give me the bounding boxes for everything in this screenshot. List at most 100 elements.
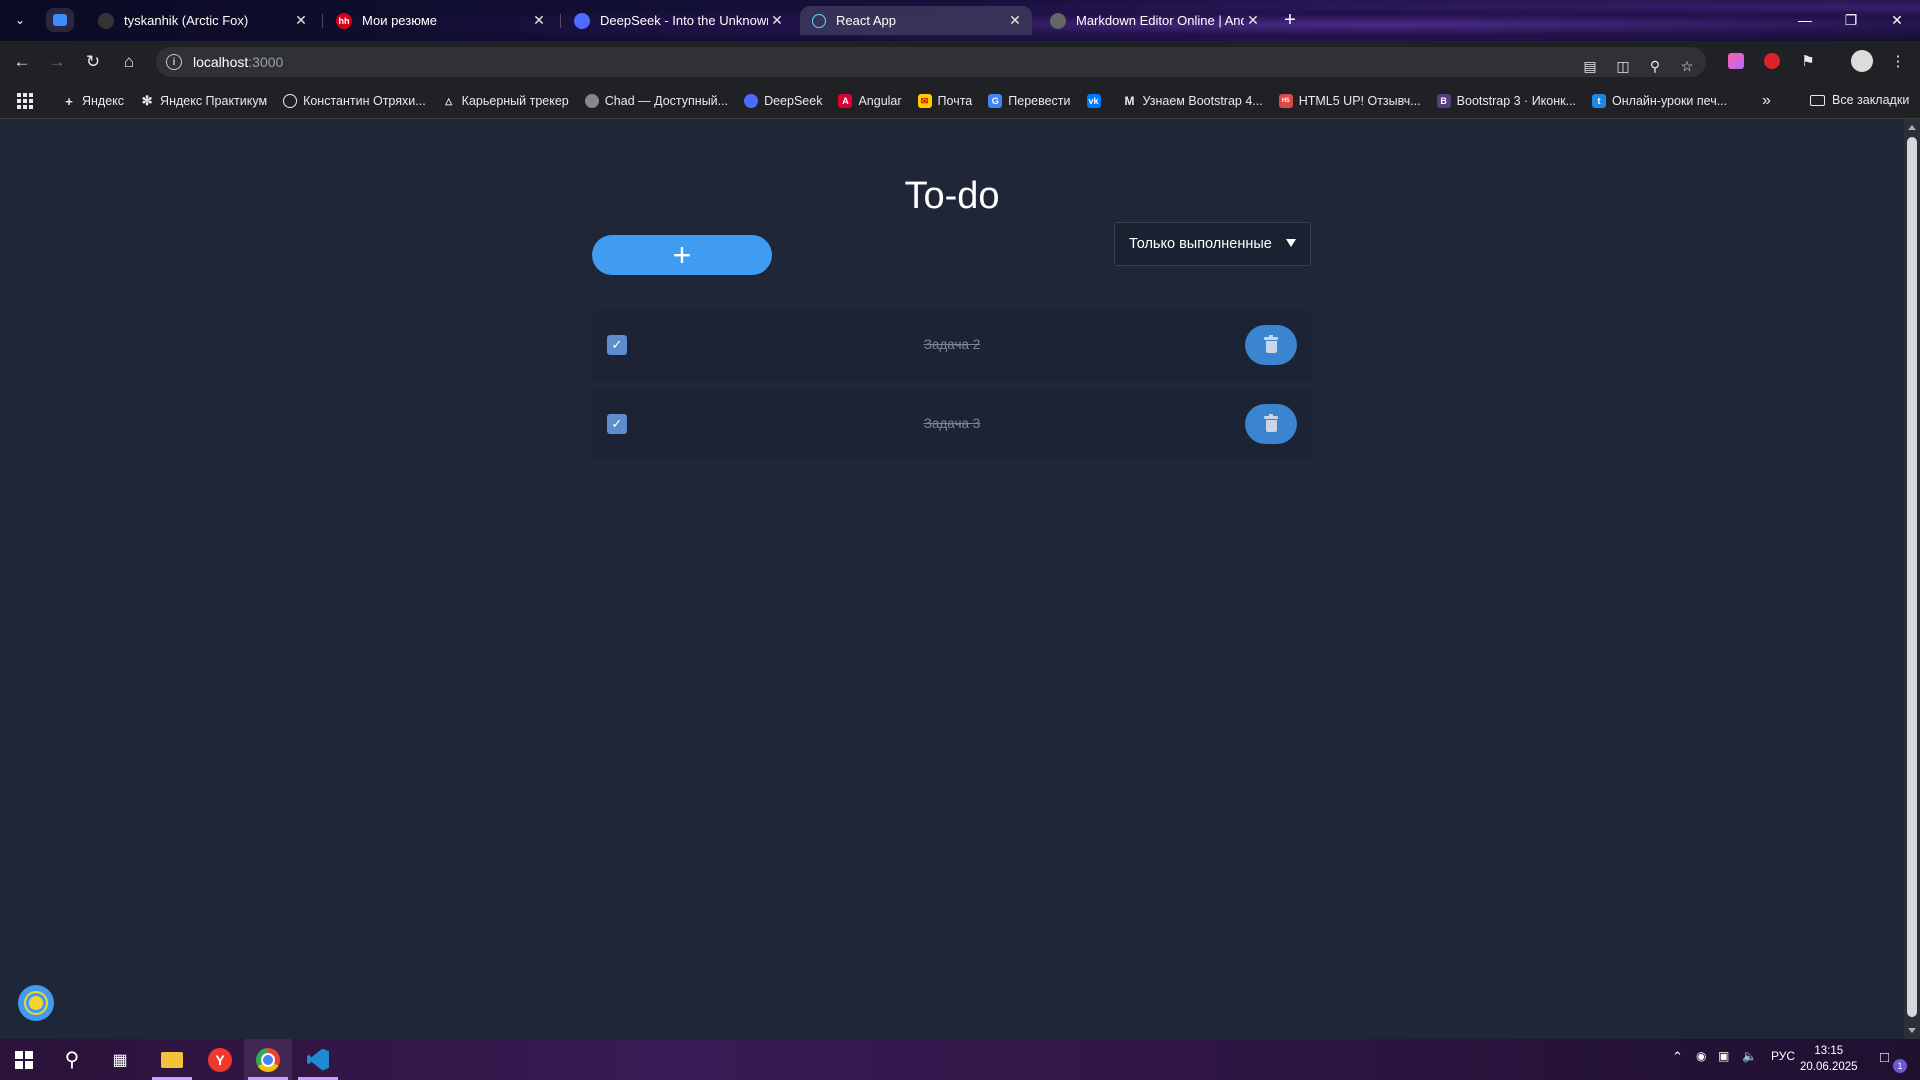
address-bar[interactable]: i localhost:3000 ▤ ◫ ⚲ ☆: [156, 47, 1706, 77]
tab-2[interactable]: DeepSeek - Into the Unknown ✕: [562, 6, 794, 35]
tab-strip: ⌄ tyskanhik (Arctic Fox) ✕ hh Мои резюме…: [0, 0, 1920, 41]
tab-1[interactable]: hh Мои резюме ✕: [324, 6, 556, 35]
bookmark-label: Bootstrap 3 · Иконк...: [1456, 94, 1577, 108]
camera-icon[interactable]: ◉: [1696, 1049, 1706, 1063]
filter-select[interactable]: Только выполненные: [1114, 222, 1311, 266]
forward-icon[interactable]: →: [44, 49, 70, 75]
extension-red-icon[interactable]: [1760, 49, 1784, 73]
medium-icon: M: [1124, 94, 1135, 108]
search-icon[interactable]: ⚲: [48, 1039, 96, 1080]
minimize-button[interactable]: —: [1782, 6, 1828, 34]
tab-search-chevron-icon[interactable]: ⌄: [8, 8, 32, 32]
close-icon[interactable]: ✕: [1244, 12, 1262, 30]
bookmark-label: DeepSeek: [764, 94, 823, 108]
page-scrollbar[interactable]: [1904, 119, 1920, 1039]
site-info-icon[interactable]: i: [166, 54, 182, 70]
task-view-icon[interactable]: ▦: [96, 1039, 144, 1080]
globe-icon: [1050, 12, 1066, 29]
react-icon: [812, 13, 826, 28]
filter-selected-value: Только выполненные: [1129, 236, 1272, 252]
bookmark-label: Яндекс Практикум: [160, 94, 268, 108]
notification-count-badge: 1: [1893, 1059, 1907, 1073]
vscode-icon[interactable]: [294, 1039, 342, 1080]
extensions-puzzle-icon[interactable]: ⚑: [1796, 49, 1820, 73]
scroll-up-icon[interactable]: [1908, 125, 1916, 130]
bookmark-list: + Яндекс ✻ Яндекс Практикум Константин Отр…: [62, 83, 1743, 119]
bookmark-mail[interactable]: ✉ Почта: [917, 94, 972, 108]
new-tab-button[interactable]: +: [1278, 8, 1302, 32]
bookmark-github[interactable]: Константин Отряхи...: [283, 94, 426, 108]
trash-icon: [1264, 414, 1278, 432]
bookmark-translate[interactable]: G Перевести: [988, 94, 1071, 108]
chrome-icon[interactable]: [244, 1039, 292, 1080]
notifications-icon[interactable]: □: [1880, 1049, 1889, 1066]
tab-title: React App: [836, 13, 896, 28]
yandex-browser-icon[interactable]: Y: [196, 1039, 244, 1080]
tab-0[interactable]: tyskanhik (Arctic Fox) ✕: [86, 6, 318, 35]
bookmark-label: HTML5 UP! Отзывч...: [1298, 94, 1421, 108]
bookmark-deepseek[interactable]: DeepSeek: [744, 94, 822, 108]
bookmark-label: Онлайн-уроки печ...: [1612, 94, 1728, 108]
menu-kebab-icon[interactable]: ⋮: [1886, 49, 1910, 73]
clock[interactable]: 13:15 20.06.2025: [1800, 1043, 1858, 1075]
scroll-down-icon[interactable]: [1908, 1028, 1916, 1033]
zoom-icon[interactable]: ⚲: [1644, 55, 1666, 77]
bookmark-label: Узнаем Bootstrap 4...: [1142, 94, 1263, 108]
translate-icon[interactable]: ◫: [1612, 55, 1634, 77]
triangle-icon: △: [445, 95, 453, 106]
bookmark-label: Яндекс: [82, 94, 125, 108]
bookmark-star-icon[interactable]: ☆: [1676, 55, 1698, 77]
theme-toggle-button[interactable]: [18, 985, 54, 1021]
bookmark-angular[interactable]: A Angular: [838, 94, 902, 108]
more-bookmarks-chevron-icon[interactable]: »: [1762, 92, 1771, 110]
close-icon[interactable]: ✕: [1006, 12, 1024, 30]
tab-title: Markdown Editor Online | Ando: [1076, 13, 1244, 28]
start-button[interactable]: [0, 1039, 48, 1080]
close-icon[interactable]: ✕: [530, 12, 548, 30]
bookmark-career[interactable]: △ Карьерный трекер: [442, 94, 569, 108]
yandex-logo-icon: Y: [208, 1047, 232, 1072]
restore-button[interactable]: ❐: [1828, 6, 1874, 34]
bookmark-label: Перевести: [1008, 94, 1071, 108]
task-item: ✓ Задача 3: [592, 389, 1312, 459]
close-icon[interactable]: ✕: [292, 12, 310, 30]
back-icon[interactable]: ←: [9, 49, 35, 75]
language-indicator[interactable]: РУС: [1771, 1049, 1795, 1063]
pinned-tab[interactable]: [46, 8, 74, 32]
clock-date: 20.06.2025: [1800, 1061, 1858, 1073]
install-app-icon[interactable]: ▤: [1579, 55, 1601, 77]
volume-icon[interactable]: 🔈: [1742, 1049, 1757, 1063]
bookmark-vk[interactable]: vk: [1086, 94, 1107, 108]
folder-icon: [1810, 94, 1825, 106]
github-icon: [283, 94, 298, 108]
reload-icon[interactable]: ↻: [80, 49, 106, 75]
hh-icon: hh: [336, 12, 352, 29]
add-task-button[interactable]: +: [592, 235, 772, 275]
close-icon[interactable]: ✕: [768, 12, 786, 30]
chat-icon: [53, 14, 67, 26]
bookmark-chad[interactable]: Chad — Доступный...: [584, 94, 728, 108]
bookmark-medium[interactable]: M Узнаем Bootstrap 4...: [1123, 94, 1263, 108]
delete-task-button[interactable]: [1245, 325, 1297, 365]
file-explorer-icon[interactable]: [148, 1039, 196, 1080]
bookmark-yandex[interactable]: + Яндекс: [62, 94, 125, 109]
bookmark-bootstrap[interactable]: B Bootstrap 3 · Иконк...: [1436, 94, 1577, 108]
delete-task-button[interactable]: [1245, 404, 1297, 444]
tab-3[interactable]: React App ✕: [800, 6, 1032, 35]
url-host: localhost: [193, 54, 249, 70]
all-bookmarks-button[interactable]: Все закладки: [1810, 93, 1909, 107]
bookmark-yandex-practicum[interactable]: ✻ Яндекс Практикум: [140, 93, 268, 108]
home-icon[interactable]: ⌂: [116, 49, 142, 75]
tray-chevron-icon[interactable]: ⌃: [1672, 1049, 1683, 1065]
extension-gradient-icon[interactable]: [1724, 49, 1748, 73]
apps-grid-icon[interactable]: [17, 93, 33, 109]
network-icon[interactable]: ▣: [1718, 1049, 1729, 1063]
close-window-button[interactable]: ✕: [1874, 6, 1920, 34]
bookmark-typing[interactable]: t Онлайн-уроки печ...: [1592, 94, 1727, 108]
bookmark-html5up[interactable]: H5 HTML5 UP! Отзывч...: [1278, 94, 1421, 108]
profile-avatar[interactable]: [1850, 49, 1874, 73]
url-text: localhost:3000: [193, 54, 283, 70]
scrollbar-thumb[interactable]: [1907, 137, 1917, 1017]
tab-title: Мои резюме: [362, 13, 437, 28]
tab-4[interactable]: Markdown Editor Online | Ando ✕: [1038, 6, 1270, 35]
